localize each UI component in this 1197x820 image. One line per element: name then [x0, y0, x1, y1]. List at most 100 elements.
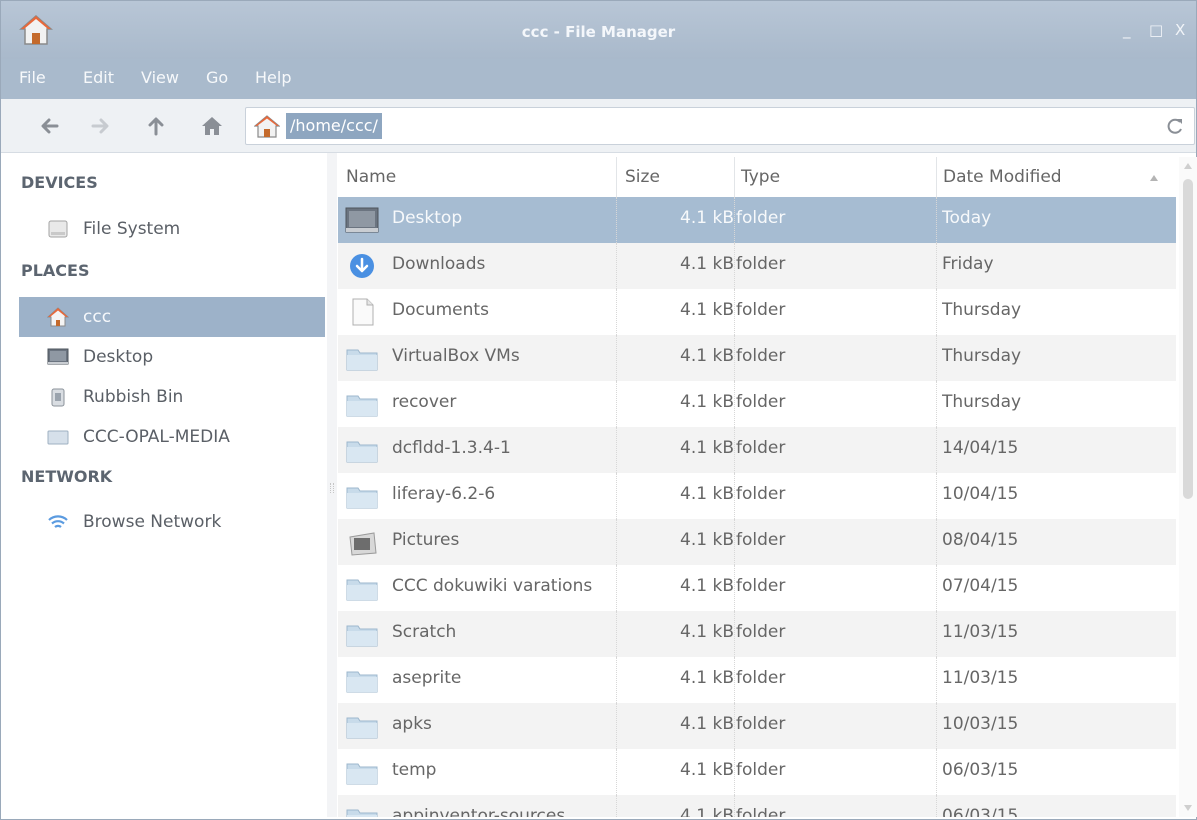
sort-ascending-icon	[1150, 175, 1158, 181]
file-type: folder	[736, 714, 786, 734]
sidebar-item-ccc[interactable]: ccc	[19, 297, 325, 337]
sidebar-item-browse-network[interactable]: Browse Network	[19, 502, 325, 542]
drive-icon	[47, 430, 69, 445]
file-name: Pictures	[392, 530, 460, 550]
minimize-button[interactable]: _	[1123, 21, 1131, 39]
reload-icon[interactable]	[1164, 115, 1186, 137]
file-row[interactable]: aseprite 4.1 kB folder 11/03/15	[338, 657, 1176, 703]
maximize-button[interactable]: □	[1149, 21, 1163, 39]
file-size: 4.1 kB	[680, 622, 734, 642]
column-divider	[936, 611, 937, 657]
file-row[interactable]: Downloads 4.1 kB folder Friday	[338, 243, 1176, 289]
file-row[interactable]: CCC dokuwiki varations 4.1 kB folder 07/04/…	[338, 565, 1176, 611]
pane-splitter[interactable]	[327, 153, 337, 817]
scroll-up-icon[interactable]	[1184, 163, 1192, 169]
desktop-icon	[47, 348, 69, 365]
column-divider	[936, 473, 937, 519]
file-row[interactable]: Scratch 4.1 kB folder 11/03/15	[338, 611, 1176, 657]
file-type: folder	[736, 668, 786, 688]
sidebar-header-network: NETWORK	[21, 467, 113, 486]
folder-icon	[346, 487, 378, 509]
sidebar-item-file-system[interactable]: File System	[19, 209, 325, 249]
file-row[interactable]: temp 4.1 kB folder 06/03/15	[338, 749, 1176, 795]
column-divider	[734, 611, 735, 657]
home-icon	[47, 307, 69, 327]
drive-icon	[48, 220, 68, 238]
menu-edit[interactable]: Edit	[83, 68, 114, 87]
splitter-grip[interactable]	[330, 483, 334, 493]
file-size: 4.1 kB	[680, 576, 734, 596]
file-row[interactable]: Pictures 4.1 kB folder 08/04/15	[338, 519, 1176, 565]
scroll-thumb[interactable]	[1183, 179, 1193, 499]
file-list: Name Size Type Date Modified Desktop 4.1 …	[338, 157, 1176, 817]
file-name: dcfldd-1.3.4-1	[392, 438, 511, 458]
sidebar-header-devices: DEVICES	[21, 173, 98, 192]
column-divider	[936, 657, 937, 703]
column-divider	[936, 335, 937, 381]
folder-icon	[346, 763, 378, 785]
window-title: ccc - File Manager	[521, 23, 676, 41]
scroll-down-icon[interactable]	[1184, 805, 1192, 811]
file-row[interactable]: apks 4.1 kB folder 10/03/15	[338, 703, 1176, 749]
file-row[interactable]: appinventor-sources 4.1 kB folder 06/03/15	[338, 795, 1176, 817]
column-header-date-modified[interactable]: Date Modified	[936, 157, 1176, 197]
file-type: folder	[736, 392, 786, 412]
column-divider	[936, 427, 937, 473]
column-divider	[936, 381, 937, 427]
close-button[interactable]: X	[1175, 21, 1185, 39]
sidebar-item-label: Rubbish Bin	[83, 387, 184, 407]
column-divider	[734, 657, 735, 703]
menu-view[interactable]: View	[141, 68, 179, 87]
file-type: folder	[736, 208, 786, 228]
column-header-size[interactable]: Size	[616, 157, 736, 197]
file-type: folder	[736, 346, 786, 366]
column-header-date-label: Date Modified	[943, 167, 1062, 187]
sidebar-item-label: Browse Network	[83, 512, 222, 532]
column-header-name[interactable]: Name	[346, 157, 616, 197]
menu-help[interactable]: Help	[255, 68, 291, 87]
forward-arrow-icon[interactable]	[85, 111, 115, 141]
file-date-modified: 10/04/15	[942, 484, 1019, 504]
sidebar-item-ccc-opal-media[interactable]: CCC-OPAL-MEDIA	[19, 417, 325, 457]
column-divider	[734, 749, 735, 795]
file-name: recover	[392, 392, 457, 412]
column-header-type[interactable]: Type	[734, 157, 936, 197]
sidebar-item-desktop[interactable]: Desktop	[19, 337, 325, 377]
file-row[interactable]: liferay-6.2-6 4.1 kB folder 10/04/15	[338, 473, 1176, 519]
file-row[interactable]: recover 4.1 kB folder Thursday	[338, 381, 1176, 427]
column-divider	[734, 519, 735, 565]
file-date-modified: Friday	[942, 254, 994, 274]
location-bar[interactable]: /home/ccc/	[245, 107, 1195, 145]
file-row[interactable]: Desktop 4.1 kB folder Today	[338, 197, 1176, 243]
file-date-modified: Thursday	[942, 346, 1022, 366]
up-arrow-icon[interactable]	[141, 111, 171, 141]
vertical-scrollbar[interactable]	[1179, 157, 1197, 817]
column-divider	[936, 243, 937, 289]
column-divider	[616, 197, 617, 243]
folder-icon	[346, 579, 378, 601]
sidebar-item-label: Desktop	[83, 347, 154, 367]
location-input[interactable]: /home/ccc/	[286, 113, 382, 139]
file-name: aseprite	[392, 668, 462, 688]
file-row[interactable]: dcfldd-1.3.4-1 4.1 kB folder 14/04/15	[338, 427, 1176, 473]
menu-go[interactable]: Go	[206, 68, 228, 87]
file-row[interactable]: Documents 4.1 kB folder Thursday	[338, 289, 1176, 335]
file-type: folder	[736, 806, 786, 817]
home-icon[interactable]	[197, 111, 227, 141]
column-divider	[734, 795, 735, 817]
column-divider	[734, 243, 735, 289]
file-size: 4.1 kB	[680, 714, 734, 734]
sidebar-item-rubbish-bin[interactable]: Rubbish Bin	[19, 377, 325, 417]
file-row[interactable]: VirtualBox VMs 4.1 kB folder Thursday	[338, 335, 1176, 381]
title-bar[interactable]: ccc - File Manager _ □ X	[1, 1, 1196, 59]
folder-icon	[346, 809, 378, 817]
file-type: folder	[736, 760, 786, 780]
column-divider	[616, 289, 617, 335]
menu-file[interactable]: File	[19, 68, 46, 87]
back-arrow-icon[interactable]	[35, 111, 65, 141]
column-divider	[734, 473, 735, 519]
sidebar-item-label: CCC-OPAL-MEDIA	[83, 427, 230, 447]
file-date-modified: 06/03/15	[942, 760, 1019, 780]
file-date-modified: 11/03/15	[942, 622, 1019, 642]
file-date-modified: 11/03/15	[942, 668, 1019, 688]
